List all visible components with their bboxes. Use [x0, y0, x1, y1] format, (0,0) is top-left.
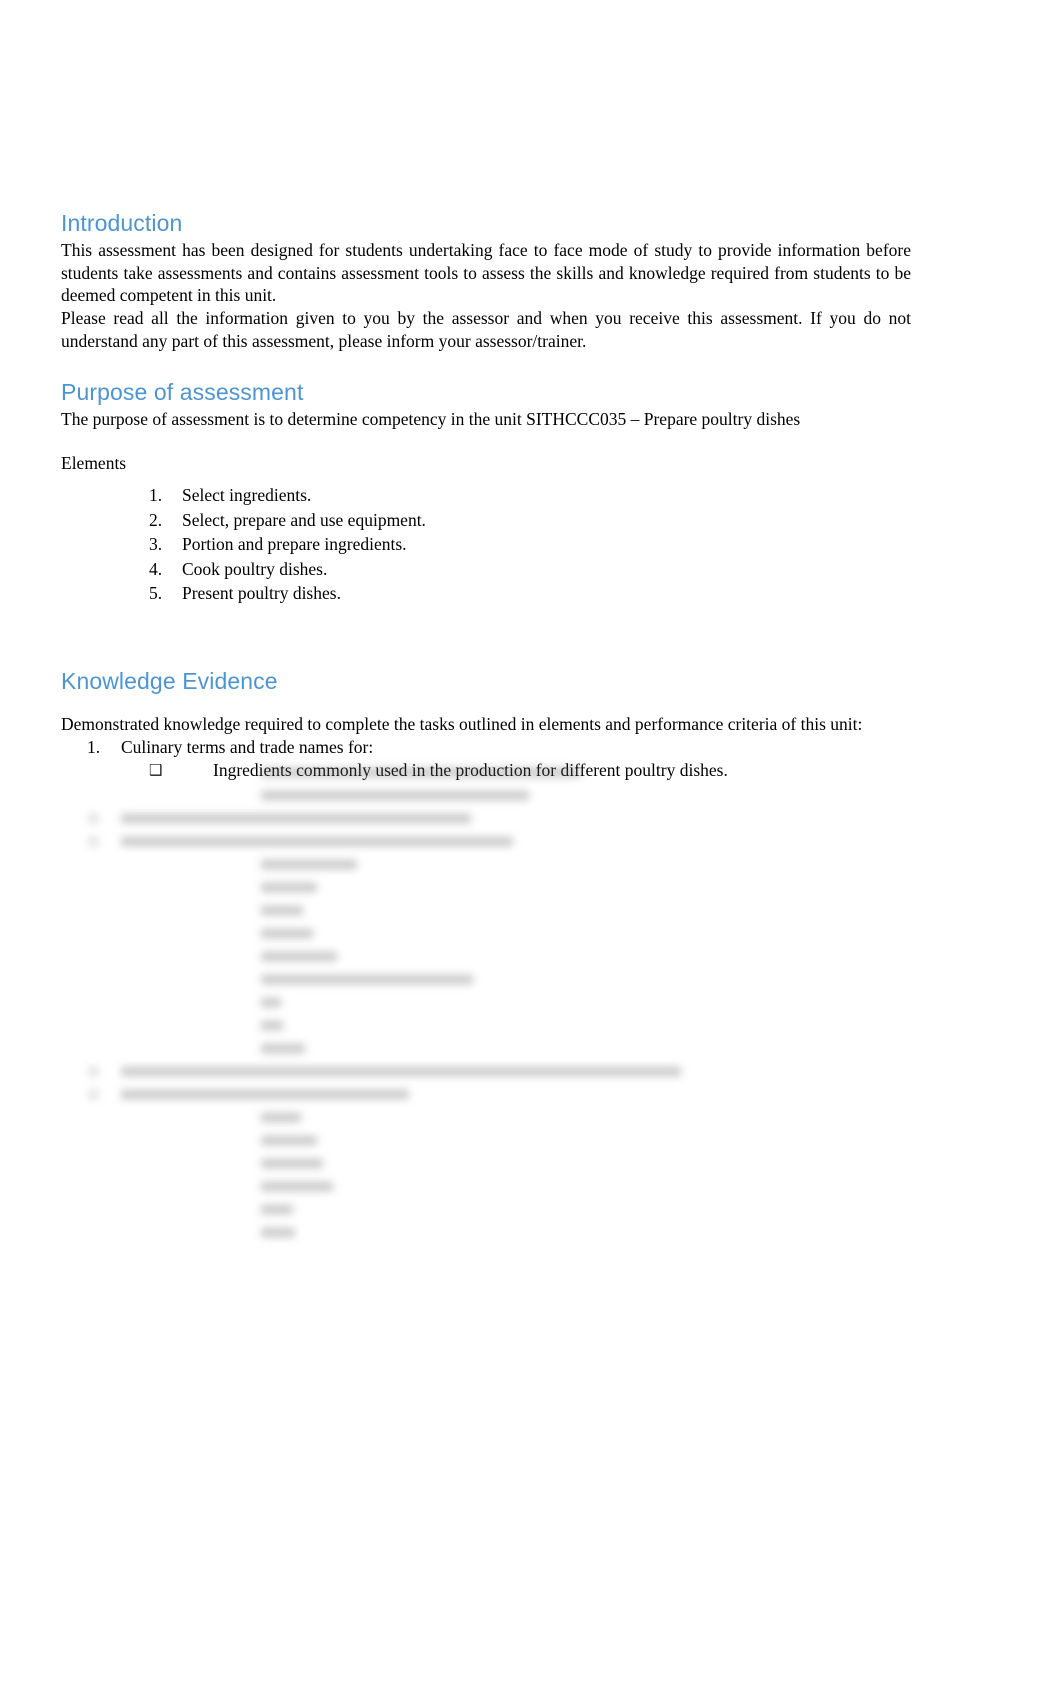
- element-label: Select, prepare and use equipment.: [182, 509, 426, 530]
- list-item: Cook poultry dishes.: [61, 557, 911, 582]
- knowledge-sub-list: ❑ Ingredients commonly used in the produ…: [121, 759, 911, 782]
- document-page: Introduction This assessment has been de…: [0, 0, 1062, 1691]
- element-label: Select ingredients.: [182, 485, 312, 506]
- introduction-heading: Introduction: [61, 210, 183, 236]
- elements-list: Select ingredients. Select, prepare and …: [61, 483, 911, 606]
- list-item: Portion and prepare ingredients.: [61, 532, 911, 557]
- element-label: Cook poultry dishes.: [182, 558, 328, 579]
- knowledge-evidence-list: Culinary terms and trade names for: ❑ In…: [61, 736, 911, 782]
- knowledge-item-label: Culinary terms and trade names for:: [121, 736, 374, 757]
- obscured-content-region: [61, 760, 761, 1240]
- introduction-paragraph-2: Please read all the information given to…: [61, 307, 911, 351]
- knowledge-sub-item-label: Ingredients commonly used in the product…: [213, 759, 728, 780]
- box-bullet-icon: ❑: [149, 760, 163, 779]
- purpose-heading: Purpose of assessment: [61, 379, 304, 406]
- list-item: Present poultry dishes.: [61, 581, 911, 606]
- list-item: ❑ Ingredients commonly used in the produ…: [121, 759, 911, 782]
- element-label: Portion and prepare ingredients.: [182, 534, 407, 555]
- element-label: Present poultry dishes.: [182, 583, 341, 604]
- elements-label: Elements: [61, 452, 127, 473]
- document-content: Introduction This assessment has been de…: [61, 210, 911, 782]
- knowledge-evidence-heading: Knowledge Evidence: [61, 667, 278, 694]
- introduction-paragraph-1: This assessment has been designed for st…: [61, 240, 911, 306]
- list-item: Culinary terms and trade names for: ❑ In…: [61, 736, 911, 782]
- list-item: Select, prepare and use equipment.: [61, 508, 911, 533]
- knowledge-evidence-intro: Demonstrated knowledge required to compl…: [61, 714, 863, 735]
- list-item: Select ingredients.: [61, 483, 911, 508]
- purpose-paragraph: The purpose of assessment is to determin…: [61, 409, 801, 430]
